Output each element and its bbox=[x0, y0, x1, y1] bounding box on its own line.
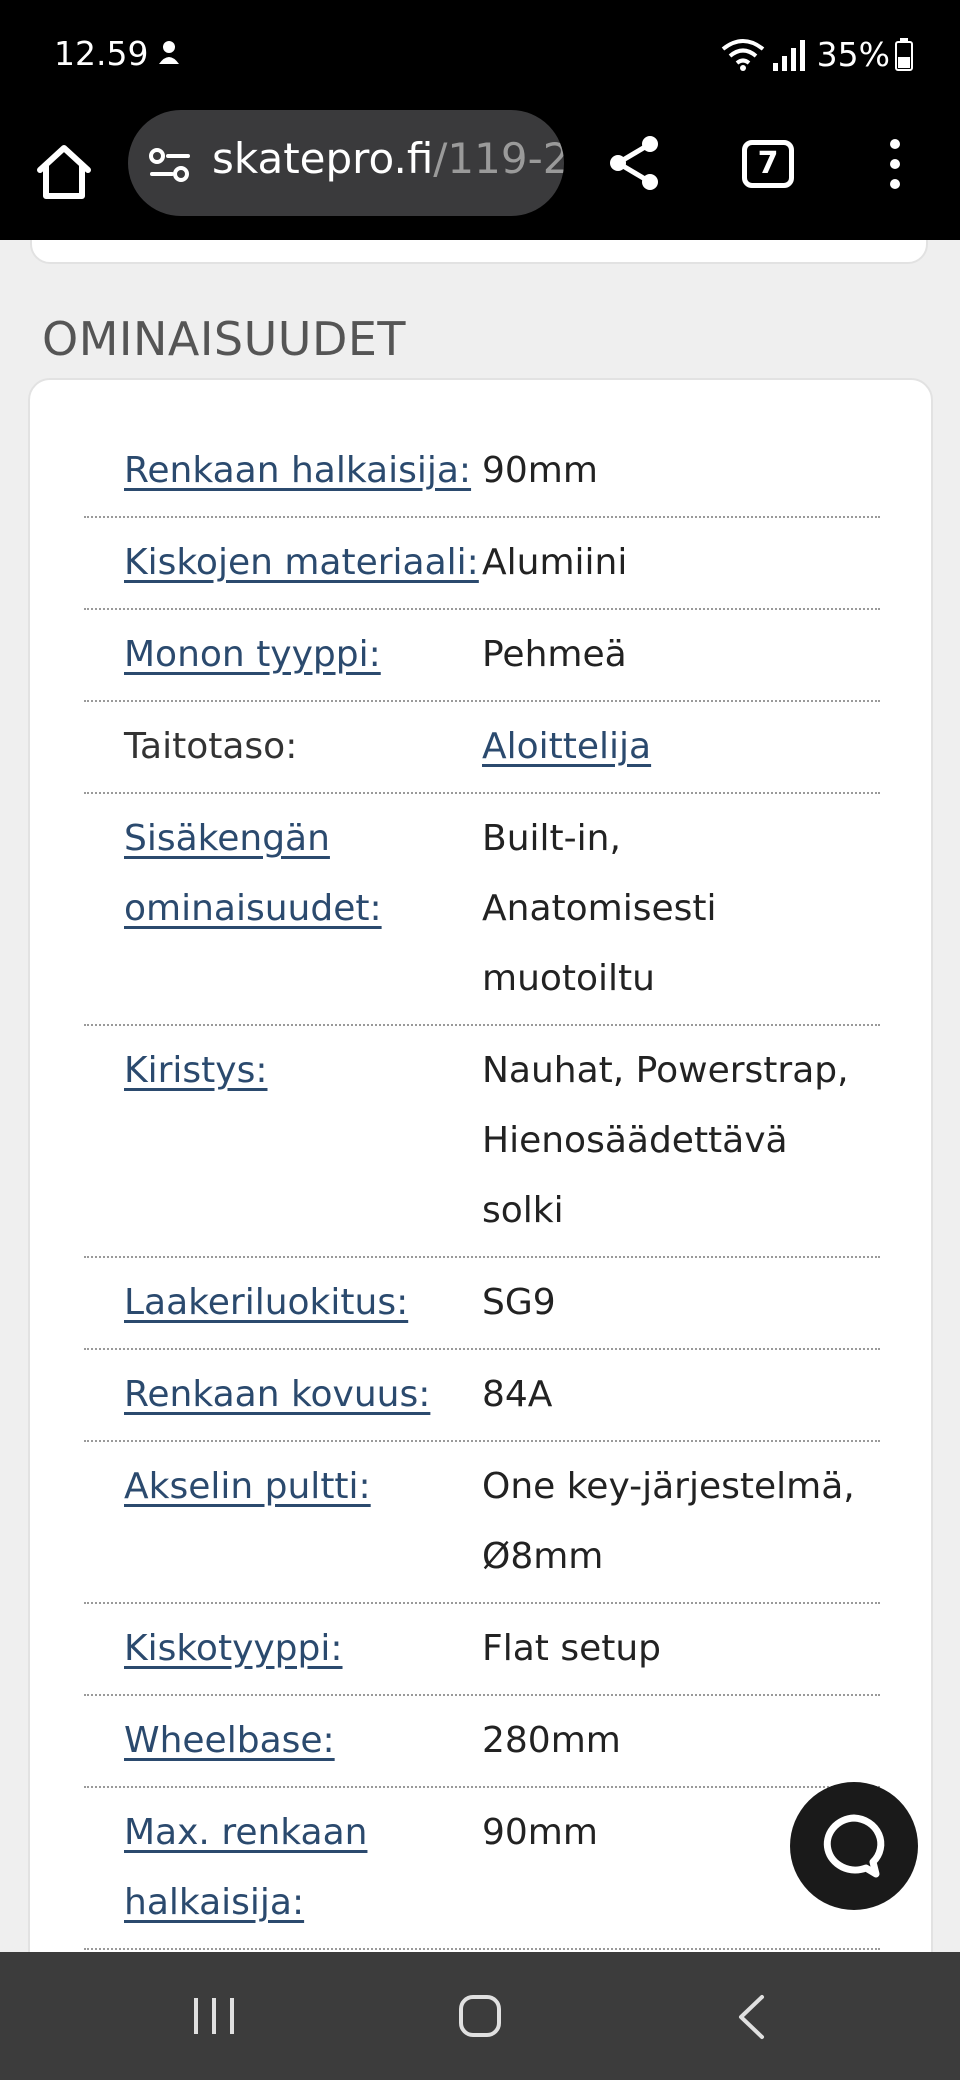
spec-label: Laakeriluokitus: bbox=[84, 1268, 482, 1338]
more-options-icon[interactable] bbox=[886, 138, 904, 190]
spec-label: Monon tyyppi: bbox=[84, 620, 482, 690]
spec-label-link[interactable]: Kiskojen materiaali: bbox=[124, 542, 479, 583]
spec-row: Kiskotyyppi: Flat setup bbox=[84, 1604, 880, 1696]
url-text[interactable]: skatepro.fi/119-22 bbox=[212, 134, 564, 183]
spec-label-link[interactable]: Max. renkaan halkaisija: bbox=[124, 1812, 367, 1923]
spec-label: Wheelbase: bbox=[84, 1706, 482, 1776]
battery-icon bbox=[895, 38, 913, 71]
spec-row: Sisäkengän ominaisuudet: Built-in, Anatom… bbox=[84, 794, 880, 1026]
spec-label-link[interactable]: Sisäkengän ominaisuudet: bbox=[124, 818, 382, 929]
url-bar-pill[interactable]: skatepro.fi/119-22 bbox=[128, 110, 564, 216]
system-nav-bar bbox=[0, 1952, 960, 2080]
spec-label: Kiskojen materiaali: bbox=[84, 528, 482, 598]
back-icon[interactable] bbox=[736, 1994, 766, 2040]
spec-label: Kiskotyyppi: bbox=[84, 1614, 482, 1684]
spec-row: Kiristys: Nauhat, Powerstrap, Hienosäädet… bbox=[84, 1026, 880, 1258]
spec-value: Aloittelija bbox=[482, 712, 880, 782]
url-path: /119-22 bbox=[433, 134, 564, 183]
recent-apps-icon[interactable] bbox=[190, 1996, 238, 2036]
spec-value: Pehmeä bbox=[482, 634, 627, 675]
spec-row: Monon tyyppi: Pehmeä bbox=[84, 610, 880, 702]
spec-row: Max. renkaan halkaisija: 90mm bbox=[84, 1788, 880, 1950]
spec-label: Max. renkaan halkaisija: bbox=[84, 1798, 482, 1938]
spec-value: Built-in, Anatomisesti muotoiltu bbox=[482, 818, 717, 999]
spec-table: Renkaan halkaisija: 90mm Kiskojen materiaa… bbox=[84, 426, 880, 1950]
spec-label: Taitotaso: bbox=[124, 726, 298, 767]
chat-icon bbox=[823, 1814, 885, 1878]
spec-label-link[interactable]: Renkaan halkaisija: bbox=[124, 450, 471, 491]
spec-row: Akselin pultti: One key-järjestelmä, Ø8mm bbox=[84, 1442, 880, 1604]
spec-value-link[interactable]: Aloittelija bbox=[482, 726, 651, 767]
status-icons: 35% bbox=[721, 34, 914, 74]
site-settings-icon[interactable] bbox=[148, 148, 192, 182]
spec-value: Alumiini bbox=[482, 542, 628, 583]
battery-percentage: 35% bbox=[816, 34, 890, 74]
spec-label: Akselin pultti: bbox=[84, 1452, 482, 1592]
spec-label-link[interactable]: Laakeriluokitus: bbox=[124, 1282, 408, 1323]
signal-icon bbox=[772, 40, 805, 71]
spec-row: Renkaan halkaisija: 90mm bbox=[84, 426, 880, 518]
url-bar[interactable]: skatepro.fi/119-22 bbox=[128, 110, 564, 216]
spec-value: SG9 bbox=[482, 1282, 556, 1323]
browser-toolbar: skatepro.fi/119-22 7 bbox=[0, 110, 960, 240]
spec-label: Kiristys: bbox=[84, 1036, 482, 1246]
url-domain: skatepro.fi bbox=[212, 134, 434, 183]
spec-label-link[interactable]: Wheelbase: bbox=[124, 1720, 335, 1761]
home-nav-icon[interactable] bbox=[458, 1994, 502, 2038]
spec-label: Renkaan kovuus: bbox=[84, 1360, 482, 1430]
spec-value: 280mm bbox=[482, 1720, 621, 1761]
spec-label-link[interactable]: Monon tyyppi: bbox=[124, 634, 381, 675]
spec-row: Taitotaso: Aloittelija bbox=[84, 702, 880, 794]
spec-row: Renkaan kovuus: 84A bbox=[84, 1350, 880, 1442]
spec-label: Renkaan halkaisija: bbox=[84, 436, 482, 506]
status-time: 12.59 bbox=[54, 34, 149, 73]
spec-value: 84A bbox=[482, 1374, 553, 1415]
chat-button[interactable] bbox=[790, 1782, 918, 1910]
spec-value: 90mm bbox=[482, 450, 598, 491]
share-icon[interactable] bbox=[606, 134, 664, 192]
previous-card bbox=[30, 240, 928, 264]
spec-row: Kiskojen materiaali: Alumiini bbox=[84, 518, 880, 610]
tab-switcher-button[interactable]: 7 bbox=[742, 140, 794, 188]
spec-label: Sisäkengän ominaisuudet: bbox=[84, 804, 482, 1014]
spec-value: Nauhat, Powerstrap, Hienosäädettävä solk… bbox=[482, 1050, 849, 1231]
spec-label-link[interactable]: Akselin pultti: bbox=[124, 1466, 371, 1507]
spec-value: Flat setup bbox=[482, 1628, 662, 1669]
spec-label-link[interactable]: Renkaan kovuus: bbox=[124, 1374, 430, 1415]
specs-card: Renkaan halkaisija: 90mm Kiskojen materiaa… bbox=[28, 378, 933, 1952]
wifi-icon bbox=[721, 39, 764, 71]
spec-label-link[interactable]: Kiristys: bbox=[124, 1050, 267, 1091]
spec-label-link[interactable]: Kiskotyyppi: bbox=[124, 1628, 343, 1669]
notification-icon bbox=[159, 41, 179, 64]
page-content: OMINAISUUDET Renkaan halkaisija: 90mm Kisk… bbox=[0, 240, 960, 1952]
spec-row: Wheelbase: 280mm bbox=[84, 1696, 880, 1788]
spec-value: One key-järjestelmä, Ø8mm bbox=[482, 1466, 855, 1577]
status-bar: 12.59 35% bbox=[0, 0, 960, 110]
home-button[interactable] bbox=[34, 140, 94, 204]
section-title: OMINAISUUDET bbox=[42, 312, 407, 366]
spec-row: Laakeriluokitus: SG9 bbox=[84, 1258, 880, 1350]
